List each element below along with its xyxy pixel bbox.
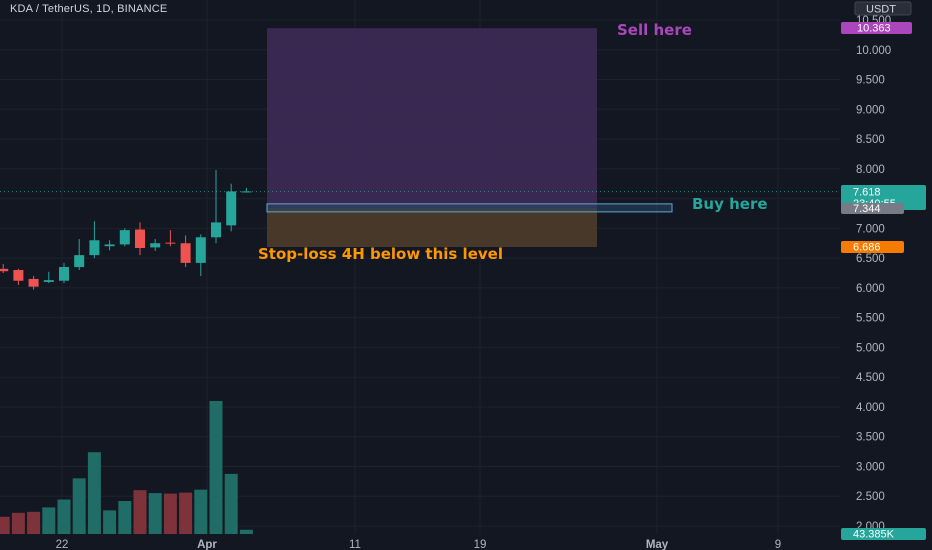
time-tick-label: 9 [775,539,781,550]
sell-price-value: 10.363 [857,23,891,35]
volume-bar [0,516,10,534]
time-axis[interactable]: 22 Apr 11 19 May 9 [0,535,841,550]
candle [119,228,130,247]
buy-price-tag: 7.344 [841,203,904,215]
chart-canvas[interactable]: Sell here Buy here Stop-loss 4H below th… [0,0,932,550]
volume-bar [11,512,25,534]
buy-level-box[interactable] [266,203,673,213]
price-tick-label: 6.000 [856,283,885,295]
volume-bar [57,499,71,534]
price-tick-label: 6.500 [856,253,885,265]
volume-bar [72,478,86,534]
price-axis[interactable]: 10.50010.0009.5009.0008.5008.0007.5007.0… [841,0,932,550]
volume-bar [224,473,238,534]
price-tick-label: 4.500 [856,372,885,384]
price-tick-label: 2.500 [856,491,885,503]
volume-value: 43.385K [853,529,895,541]
price-axis-bg [841,0,932,550]
buy-price-value: 7.344 [853,203,881,215]
volume-bar [148,493,162,534]
volume-bar [239,529,253,534]
price-tick-label: 5.000 [856,342,885,354]
price-tick-label: 7.000 [856,223,885,235]
chart-window[interactable]: Sell here Buy here Stop-loss 4H below th… [0,0,932,550]
volume-bar [27,511,41,534]
symbol-title[interactable]: KDA / TetherUS, 1D, BINANCE [10,3,167,15]
time-tick-label: 11 [349,539,361,550]
price-tick-label: 5.500 [856,313,885,325]
currency-label: USDT [866,4,896,16]
stop-zone-box[interactable] [267,207,597,248]
stop-price-tag: 6.686 [841,241,904,254]
volume-tag: 43.385K [841,528,926,541]
volume-bar [87,452,101,534]
price-tick-label: 9.000 [856,104,885,116]
volume-bar [42,507,56,534]
volume-bar [163,493,177,534]
currency-badge[interactable]: USDT [854,1,912,16]
price-tick-label: 3.500 [856,432,885,444]
volume-bar [179,492,193,534]
time-tick-label: Apr [197,539,217,550]
time-tick-label: 22 [56,539,69,550]
volume-bar [103,510,117,534]
volume-bar [133,490,147,534]
price-tick-label: 3.000 [856,461,885,473]
sell-price-tag: 10.363 [841,22,912,35]
last-price-value: 7.618 [853,187,881,199]
price-tick-label: 9.500 [856,75,885,87]
sell-zone-box[interactable] [267,28,597,208]
stop-price-value: 6.686 [853,242,881,254]
volume-bar [209,401,223,534]
sell-here-label[interactable]: Sell here [617,21,692,39]
buy-here-label[interactable]: Buy here [692,195,768,213]
price-tick-label: 8.500 [856,134,885,146]
time-tick-label: 19 [474,539,487,550]
volume-bar [118,500,132,534]
price-tick-label: 4.000 [856,402,885,414]
price-tick-label: 10.000 [856,45,891,57]
stop-loss-label[interactable]: Stop-loss 4H below this level [258,245,503,263]
time-tick-label: May [646,539,669,550]
volume-bar [194,489,208,534]
price-tick-label: 8.000 [856,164,885,176]
time-axis-bg [0,535,841,550]
